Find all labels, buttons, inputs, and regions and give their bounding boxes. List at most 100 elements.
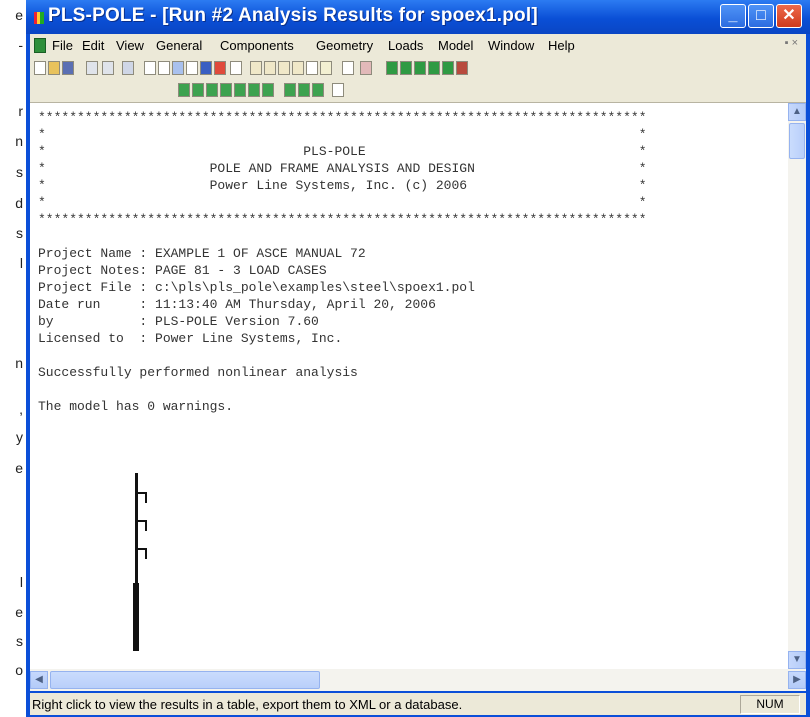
view-pct-icon[interactable] bbox=[234, 83, 246, 97]
info-icon[interactable] bbox=[342, 61, 354, 75]
view-pct-icon[interactable] bbox=[178, 83, 190, 97]
report-icon[interactable] bbox=[414, 61, 426, 75]
results-document[interactable]: ****************************************… bbox=[30, 103, 788, 669]
edge-char: y bbox=[16, 429, 23, 445]
report-header-line: * * bbox=[38, 127, 647, 142]
report-border-top: ****************************************… bbox=[38, 110, 647, 125]
warnings-count: The model has 0 warnings. bbox=[38, 399, 234, 414]
close-button[interactable]: ✕ bbox=[776, 4, 802, 28]
report-header-line: * * bbox=[38, 195, 647, 210]
view-pct-icon[interactable] bbox=[248, 83, 260, 97]
edge-char: d bbox=[15, 195, 23, 211]
zoom-out-icon[interactable] bbox=[158, 61, 170, 75]
num-lock-indicator: NUM bbox=[740, 695, 800, 714]
pan-icon[interactable] bbox=[172, 61, 184, 75]
grid-icon[interactable] bbox=[122, 61, 134, 75]
report-header-program: * PLS-POLE * bbox=[38, 144, 647, 159]
edge-char: r bbox=[18, 103, 23, 119]
crossarm-top bbox=[138, 492, 147, 503]
edge-char: - bbox=[18, 37, 23, 53]
display-option-icon[interactable] bbox=[284, 83, 296, 97]
label-icon[interactable] bbox=[320, 61, 332, 75]
view-reset-icon[interactable] bbox=[292, 61, 304, 75]
line-tool-icon[interactable] bbox=[186, 61, 198, 75]
menu-help[interactable]: Help bbox=[548, 38, 575, 53]
analysis-result: Successfully performed nonlinear analysi… bbox=[38, 365, 358, 380]
new-file-icon[interactable] bbox=[34, 61, 46, 75]
edge-char: n bbox=[15, 355, 23, 371]
vertical-scroll-thumb[interactable] bbox=[789, 123, 805, 159]
horizontal-scrollbar[interactable]: ◀ ▶ bbox=[30, 669, 806, 691]
edge-char: e bbox=[15, 460, 23, 476]
open-file-icon[interactable] bbox=[48, 61, 60, 75]
menu-file[interactable]: File bbox=[52, 38, 73, 53]
run-analysis-icon[interactable] bbox=[386, 61, 398, 75]
scroll-up-icon[interactable]: ▲ bbox=[788, 103, 806, 121]
project-name: Project Name : EXAMPLE 1 OF ASCE MANUAL … bbox=[38, 246, 366, 261]
zoom-in-icon[interactable] bbox=[144, 61, 156, 75]
app-icon[interactable] bbox=[34, 12, 44, 24]
maximize-button[interactable]: □ bbox=[748, 4, 774, 28]
display-option-icon[interactable] bbox=[298, 83, 310, 97]
pointer-icon[interactable] bbox=[214, 61, 226, 75]
edge-char: s bbox=[16, 633, 23, 649]
licensed-to: Licensed to : Power Line Systems, Inc. bbox=[38, 331, 343, 346]
export-icon[interactable] bbox=[442, 61, 454, 75]
copy-icon[interactable] bbox=[102, 61, 114, 75]
results-icon[interactable] bbox=[360, 61, 372, 75]
scroll-right-icon[interactable]: ▶ bbox=[788, 671, 806, 689]
check-icon[interactable] bbox=[400, 61, 412, 75]
mdi-window-controls[interactable]: ▪ × bbox=[785, 37, 798, 49]
edge-char: e bbox=[15, 7, 23, 23]
page-edge-fragments: e - r n s d s l n , y e l e s o bbox=[0, 0, 26, 717]
rotate-y-icon[interactable] bbox=[264, 61, 276, 75]
save-icon[interactable] bbox=[62, 61, 74, 75]
table-icon[interactable] bbox=[428, 61, 440, 75]
text-tool-icon[interactable] bbox=[306, 61, 318, 75]
edge-char: l bbox=[19, 255, 23, 271]
project-file: Project File : c:\pls\pls_pole\examples\… bbox=[38, 280, 475, 295]
menu-bar: File Edit View General Components Geomet… bbox=[30, 34, 806, 58]
menu-components[interactable]: Components bbox=[220, 38, 294, 53]
document-icon[interactable] bbox=[34, 38, 46, 53]
horizontal-scroll-thumb[interactable] bbox=[50, 671, 320, 689]
report-header-company: * Power Line Systems, Inc. (c) 2006 * bbox=[38, 178, 647, 193]
scroll-down-icon[interactable]: ▼ bbox=[788, 651, 806, 669]
date-run: Date run : 11:13:40 AM Thursday, April 2… bbox=[38, 297, 436, 312]
rotate-z-icon[interactable] bbox=[278, 61, 290, 75]
edge-char: l bbox=[19, 574, 23, 590]
menu-geometry[interactable]: Geometry bbox=[316, 38, 373, 53]
minimize-button[interactable]: _ bbox=[720, 4, 746, 28]
project-notes: Project Notes: PAGE 81 - 3 LOAD CASES bbox=[38, 263, 327, 278]
menu-model[interactable]: Model bbox=[438, 38, 473, 53]
display-option-icon[interactable] bbox=[312, 83, 324, 97]
scroll-left-icon[interactable]: ◀ bbox=[30, 671, 48, 689]
menu-edit[interactable]: Edit bbox=[82, 38, 104, 53]
menu-loads[interactable]: Loads bbox=[388, 38, 423, 53]
measure-icon[interactable] bbox=[230, 61, 242, 75]
menu-view[interactable]: View bbox=[116, 38, 144, 53]
view-pct-icon[interactable] bbox=[192, 83, 204, 97]
print-icon[interactable] bbox=[86, 61, 98, 75]
toolbar-standard bbox=[30, 58, 806, 80]
edge-char: n bbox=[15, 133, 23, 149]
version: by : PLS-POLE Version 7.60 bbox=[38, 314, 319, 329]
status-hint: Right click to view the results in a tab… bbox=[32, 697, 463, 712]
window-title: PLS-POLE - [Run #2 Analysis Results for … bbox=[48, 5, 538, 26]
display-option-icon[interactable] bbox=[332, 83, 344, 97]
view-pct-icon[interactable] bbox=[206, 83, 218, 97]
menu-general[interactable]: General bbox=[156, 38, 202, 53]
title-bar[interactable]: PLS-POLE - [Run #2 Analysis Results for … bbox=[26, 0, 810, 34]
stop-icon[interactable] bbox=[456, 61, 468, 75]
view-pct-icon[interactable] bbox=[262, 83, 274, 97]
select-icon[interactable] bbox=[200, 61, 212, 75]
vertical-scrollbar[interactable]: ▲ ▼ bbox=[788, 103, 806, 669]
status-bar: Right click to view the results in a tab… bbox=[30, 693, 806, 715]
edge-char: , bbox=[19, 401, 23, 417]
menu-window[interactable]: Window bbox=[488, 38, 534, 53]
rotate-icon[interactable] bbox=[250, 61, 262, 75]
edge-char: o bbox=[15, 662, 23, 678]
report-header-subtitle: * POLE AND FRAME ANALYSIS AND DESIGN * bbox=[38, 161, 647, 176]
view-pct-icon[interactable] bbox=[220, 83, 232, 97]
pole-model-drawing[interactable] bbox=[130, 473, 170, 653]
